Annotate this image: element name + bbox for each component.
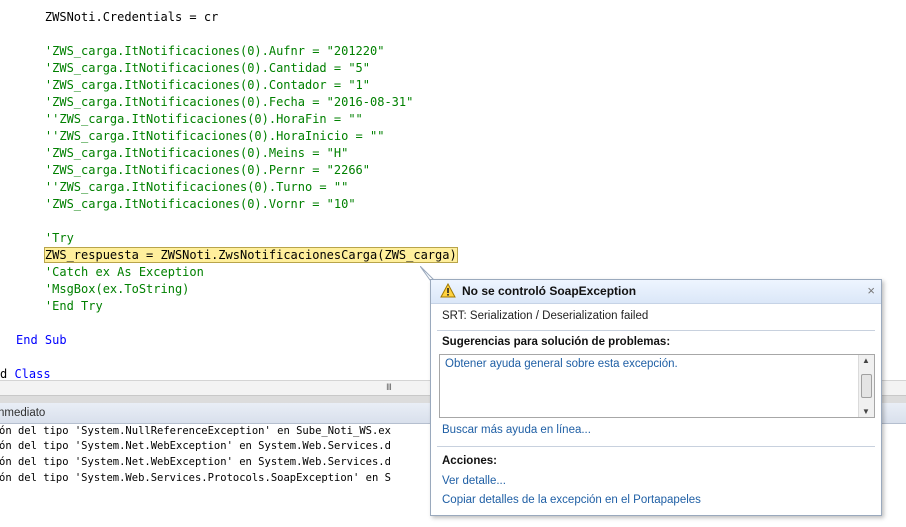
- copy-exception-details-link[interactable]: Copiar detalles de la excepción en el Po…: [442, 494, 701, 506]
- code-line[interactable]: ''ZWS_carga.ItNotificaciones(0).HoraFin …: [16, 111, 363, 128]
- code-line[interactable]: ZWSNoti.Credentials = cr: [16, 9, 218, 26]
- code-line[interactable]: End Sub: [16, 332, 67, 349]
- code-line[interactable]: 'MsgBox(ex.ToString): [16, 281, 190, 298]
- highlighted-statement: ZWS_respuesta = ZWSNoti.ZwsNotificacione…: [43, 247, 458, 263]
- code-line[interactable]: 'ZWS_carga.ItNotificaciones(0).Vornr = "…: [16, 196, 356, 213]
- troubleshooting-tip-link[interactable]: Obtener ayuda general sobre esta excepci…: [445, 358, 678, 370]
- output-line: ón del tipo 'System.Net.WebException' en…: [0, 440, 391, 452]
- code-line[interactable]: 'End Try: [16, 298, 103, 315]
- code-text: End Sub: [16, 333, 67, 347]
- current-statement-line[interactable]: ZWS_respuesta = ZWSNoti.ZwsNotificacione…: [16, 247, 458, 264]
- code-text: 'ZWS_carga.ItNotificaciones(0).Cantidad …: [16, 61, 371, 75]
- vertical-scrollbar[interactable]: ▲ ▼: [858, 355, 874, 417]
- code-line[interactable]: 'Try: [16, 230, 74, 247]
- code-line[interactable]: 'ZWS_carga.ItNotificaciones(0).Pernr = "…: [16, 162, 370, 179]
- exception-assistant: No se controló SoapException × SRT: Seri…: [430, 279, 882, 516]
- code-text: d Class: [0, 367, 51, 380]
- code-text: 'Try: [16, 231, 74, 245]
- scroll-thumb[interactable]: [861, 374, 872, 398]
- code-line[interactable]: ''ZWS_carga.ItNotificaciones(0).HoraInic…: [16, 128, 385, 145]
- output-line: ón del tipo 'System.Net.WebException' en…: [0, 456, 391, 468]
- code-line[interactable]: d Class: [0, 366, 51, 380]
- troubleshooting-heading: Sugerencias para solución de problemas:: [442, 336, 671, 348]
- code-line[interactable]: 'ZWS_carga.ItNotificaciones(0).Cantidad …: [16, 60, 370, 77]
- output-line: ón del tipo 'System.NullReferenceExcepti…: [0, 425, 391, 437]
- exception-title-bar: No se controló SoapException ×: [431, 280, 881, 304]
- troubleshooting-list[interactable]: Obtener ayuda general sobre esta excepci…: [439, 354, 875, 418]
- close-icon[interactable]: ×: [867, 283, 875, 298]
- exception-title: No se controló SoapException: [462, 284, 637, 298]
- code-line[interactable]: 'ZWS_carga.ItNotificaciones(0).Contador …: [16, 77, 370, 94]
- search-online-help-link[interactable]: Buscar más ayuda en línea...: [442, 424, 591, 436]
- code-text: 'Catch ex As Exception: [16, 265, 204, 279]
- divider: [437, 330, 875, 331]
- code-line[interactable]: 'ZWS_carga.ItNotificaciones(0).Aufnr = "…: [16, 43, 385, 60]
- output-line: ón del tipo 'System.Web.Services.Protoco…: [0, 472, 391, 484]
- code-text: 'End Try: [16, 299, 103, 313]
- code-text: 'ZWS_carga.ItNotificaciones(0).Fecha = "…: [16, 95, 414, 109]
- code-line[interactable]: ''ZWS_carga.ItNotificaciones(0).Turno = …: [16, 179, 348, 196]
- code-line[interactable]: 'Catch ex As Exception: [16, 264, 204, 281]
- view-detail-link[interactable]: Ver detalle...: [442, 475, 506, 487]
- exception-message: SRT: Serialization / Deserialization fai…: [442, 310, 649, 322]
- actions-heading: Acciones:: [442, 455, 497, 467]
- code-text: 'ZWS_carga.ItNotificaciones(0).Pernr = "…: [16, 163, 371, 177]
- scroll-up-arrow-icon[interactable]: ▲: [862, 356, 870, 365]
- code-text: ''ZWS_carga.ItNotificaciones(0).HoraInic…: [16, 129, 385, 143]
- divider: [437, 446, 875, 447]
- code-text: 'MsgBox(ex.ToString): [16, 282, 190, 296]
- keyword-class: Class: [14, 367, 51, 380]
- code-line[interactable]: 'ZWS_carga.ItNotificaciones(0).Meins = "…: [16, 145, 348, 162]
- code-text: 'ZWS_carga.ItNotificaciones(0).Contador …: [16, 78, 371, 92]
- warning-icon: [440, 283, 456, 298]
- scroll-down-arrow-icon[interactable]: ▼: [862, 407, 870, 416]
- code-text: 'ZWS_carga.ItNotificaciones(0).Vornr = "…: [16, 197, 356, 211]
- code-text: ZWS_respuesta = ZWSNoti.ZwsNotificacione…: [16, 247, 458, 263]
- code-text: 'ZWS_carga.ItNotificaciones(0).Aufnr = "…: [16, 44, 385, 58]
- code-text: ''ZWS_carga.ItNotificaciones(0).Turno = …: [16, 180, 349, 194]
- scrollbar-grip[interactable]: III: [386, 383, 392, 393]
- code-text: ZWSNoti.Credentials = cr: [16, 10, 219, 24]
- code-text: ''ZWS_carga.ItNotificaciones(0).HoraFin …: [16, 112, 363, 126]
- code-text: 'ZWS_carga.ItNotificaciones(0).Meins = "…: [16, 146, 349, 160]
- code-line[interactable]: 'ZWS_carga.ItNotificaciones(0).Fecha = "…: [16, 94, 413, 111]
- immediate-window-title: nmediato: [0, 407, 46, 419]
